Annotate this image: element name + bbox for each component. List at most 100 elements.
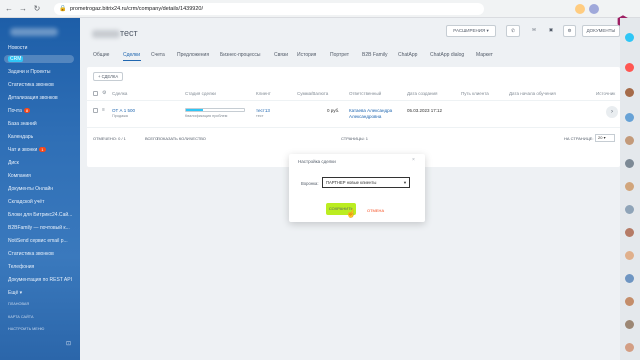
sidebar-item-call-stats-2[interactable]: Статистика звонков bbox=[8, 251, 54, 257]
column-header[interactable]: Дата создания bbox=[407, 91, 438, 96]
per-page-select[interactable]: 20 ▾ bbox=[595, 134, 615, 142]
tab-deals[interactable]: Сделки bbox=[123, 52, 140, 58]
column-header[interactable]: Путь клиента bbox=[461, 91, 489, 96]
sidebar-item-label: Блоки для Битрикс24.Сай... bbox=[8, 212, 73, 218]
column-header[interactable]: Стадия сделки bbox=[185, 91, 216, 96]
settings-button[interactable]: ⚙ bbox=[563, 25, 576, 37]
add-deal-button[interactable]: + СДЕЛКА bbox=[93, 72, 124, 81]
chat-button[interactable]: ▣ bbox=[545, 25, 557, 37]
sidebar-item-call-stats[interactable]: Статистика звонков bbox=[8, 82, 54, 88]
sidebar-item-news[interactable]: Новости bbox=[8, 45, 27, 51]
contact-avatar[interactable] bbox=[625, 63, 634, 72]
tab-market[interactable]: Маркет bbox=[476, 52, 493, 58]
sidebar-footer-link[interactable]: ПЛАНОВАЯ bbox=[8, 302, 29, 306]
sidebar-item-tasks[interactable]: Задачи и Проекты bbox=[8, 69, 50, 75]
documents-button[interactable]: ДОКУМЕНТЫ bbox=[582, 25, 620, 37]
sidebar-item-b2bfamily[interactable]: B2BFamily — почтовый к... bbox=[8, 225, 70, 231]
forward-icon[interactable]: → bbox=[18, 4, 28, 14]
extensions-button[interactable]: РАСШИРЕНИЯ ▾ bbox=[446, 25, 496, 37]
sidebar-footer-link[interactable]: НАСТРОИТЬ МЕНЮ bbox=[8, 327, 44, 331]
contact-avatar[interactable] bbox=[625, 297, 634, 306]
extension-icon[interactable] bbox=[575, 4, 585, 14]
sidebar-item-disk[interactable]: Диск bbox=[8, 160, 19, 166]
client-company: тест bbox=[256, 114, 264, 118]
sidebar-item-chat[interactable]: Чат и звонки 1 bbox=[8, 147, 46, 153]
contact-avatar[interactable] bbox=[625, 182, 634, 191]
sidebar-item-label: Складской учёт bbox=[8, 199, 45, 205]
row-checkbox[interactable] bbox=[93, 108, 98, 113]
sidebar-item-label: Новости bbox=[8, 45, 28, 51]
deal-amount: 0 руб. bbox=[327, 108, 340, 113]
tab-general[interactable]: Общие bbox=[93, 52, 109, 58]
column-header[interactable]: Клиент bbox=[256, 91, 271, 96]
address-bar[interactable]: 🔒 prometrogaz.bitrix24.ru/crm/company/de… bbox=[54, 3, 484, 15]
profile-avatar[interactable] bbox=[589, 4, 599, 14]
sidebar-item-label: Чат и звонки bbox=[8, 147, 38, 153]
column-header[interactable]: Сумма/Валюта bbox=[297, 91, 328, 96]
scroll-right-icon[interactable]: › bbox=[606, 106, 618, 118]
sidebar-item-site-blocks[interactable]: Блоки для Битрикс24.Сай... bbox=[8, 212, 72, 218]
sidebar-item-company[interactable]: Компания bbox=[8, 173, 31, 179]
contact-avatar[interactable] bbox=[625, 136, 634, 145]
sidebar-item-docs-online[interactable]: Документы Онлайн bbox=[8, 186, 53, 192]
sidebar-item-notisend[interactable]: NotiSend сервис email р... bbox=[8, 238, 68, 244]
tab-history[interactable]: История bbox=[297, 52, 316, 58]
sidebar-item-warehouse[interactable]: Складской учёт bbox=[8, 199, 44, 205]
column-header[interactable]: Источник bbox=[596, 91, 615, 96]
contact-avatar[interactable] bbox=[625, 228, 634, 237]
column-header[interactable]: Сделка bbox=[112, 91, 127, 96]
tab-chatapp[interactable]: ChatApp bbox=[398, 52, 417, 58]
phone-button[interactable]: ✆ bbox=[506, 25, 520, 37]
contact-avatar[interactable] bbox=[625, 159, 634, 168]
column-header[interactable]: Дата начала обучения bbox=[509, 91, 556, 96]
sidebar-item-mail[interactable]: Почта 8 bbox=[8, 108, 31, 114]
deal-name-link[interactable]: ОТ А 1 500 bbox=[112, 108, 135, 113]
contact-avatar[interactable] bbox=[625, 251, 634, 260]
tab-b2bfamily[interactable]: B2B Family bbox=[362, 52, 388, 58]
show-count-link[interactable]: ПОКАЗАТЬ КОЛИЧЕСТВО bbox=[157, 136, 206, 141]
tab-chatapp-dialog[interactable]: ChatApp dialog bbox=[430, 52, 464, 58]
contact-avatar[interactable] bbox=[625, 113, 634, 122]
sidebar-item-more[interactable]: Ещё ▾ bbox=[8, 290, 22, 296]
sidebar-item-label: База знаний bbox=[8, 121, 37, 127]
lock-icon[interactable]: ⊡ bbox=[66, 340, 71, 347]
tab-links[interactable]: Связи bbox=[274, 52, 288, 58]
select-all-checkbox[interactable] bbox=[93, 91, 98, 96]
portal-logo bbox=[10, 28, 58, 36]
sidebar-item-calendar[interactable]: Календарь bbox=[8, 134, 33, 140]
sidebar-item-crm[interactable]: CRM bbox=[4, 55, 74, 63]
tab-invoices[interactable]: Счета bbox=[151, 52, 165, 58]
contact-avatar[interactable] bbox=[625, 343, 634, 352]
stage-progress-fill bbox=[186, 109, 204, 111]
responsible-link[interactable]: Катаева Александра Александровна bbox=[349, 108, 401, 120]
sidebar-footer-link[interactable]: КАРТА САЙТА bbox=[8, 315, 34, 319]
sidebar-item-knowledge[interactable]: База знаний bbox=[8, 121, 37, 127]
title-blur bbox=[92, 30, 120, 38]
contact-avatar[interactable] bbox=[625, 274, 634, 283]
contact-avatar[interactable] bbox=[625, 205, 634, 214]
tab-quotes[interactable]: Предложения bbox=[177, 52, 209, 58]
sidebar-item-call-details[interactable]: Детализация звонков bbox=[8, 95, 58, 101]
funnel-select[interactable]: ПАРТНЕР новые клиенты ▼ bbox=[322, 177, 410, 188]
reload-icon[interactable]: ↻ bbox=[32, 4, 42, 14]
left-sidebar: Новости CRM Задачи и Проекты Статистика … bbox=[0, 18, 80, 360]
close-icon[interactable]: × bbox=[412, 157, 415, 163]
tab-bizproc[interactable]: Бизнес-процессы bbox=[220, 52, 261, 58]
sidebar-item-label: Документы Онлайн bbox=[8, 186, 54, 192]
cancel-button[interactable]: ОТМЕНА bbox=[367, 208, 384, 213]
sidebar-item-label: Календарь bbox=[8, 134, 34, 140]
email-button[interactable]: ✉ bbox=[528, 25, 540, 37]
contact-avatar[interactable] bbox=[625, 88, 634, 97]
contact-avatar[interactable] bbox=[625, 320, 634, 329]
back-icon[interactable]: ← bbox=[4, 4, 14, 14]
menu-icon[interactable]: ≡ bbox=[102, 107, 105, 113]
gear-icon[interactable]: ⚙ bbox=[102, 90, 106, 96]
tab-portrait[interactable]: Портрет bbox=[330, 52, 349, 58]
sidebar-item-label: B2BFamily — почтовый к... bbox=[8, 225, 70, 231]
sidebar-item-rest-api[interactable]: Документация по REST API bbox=[8, 277, 72, 283]
open-lines-icon[interactable] bbox=[625, 33, 634, 42]
column-header[interactable]: Ответственный bbox=[349, 91, 381, 96]
client-link[interactable]: тест13 bbox=[256, 108, 270, 113]
stage-progress-bar[interactable] bbox=[185, 108, 245, 112]
sidebar-item-telephony[interactable]: Телефония bbox=[8, 264, 34, 270]
